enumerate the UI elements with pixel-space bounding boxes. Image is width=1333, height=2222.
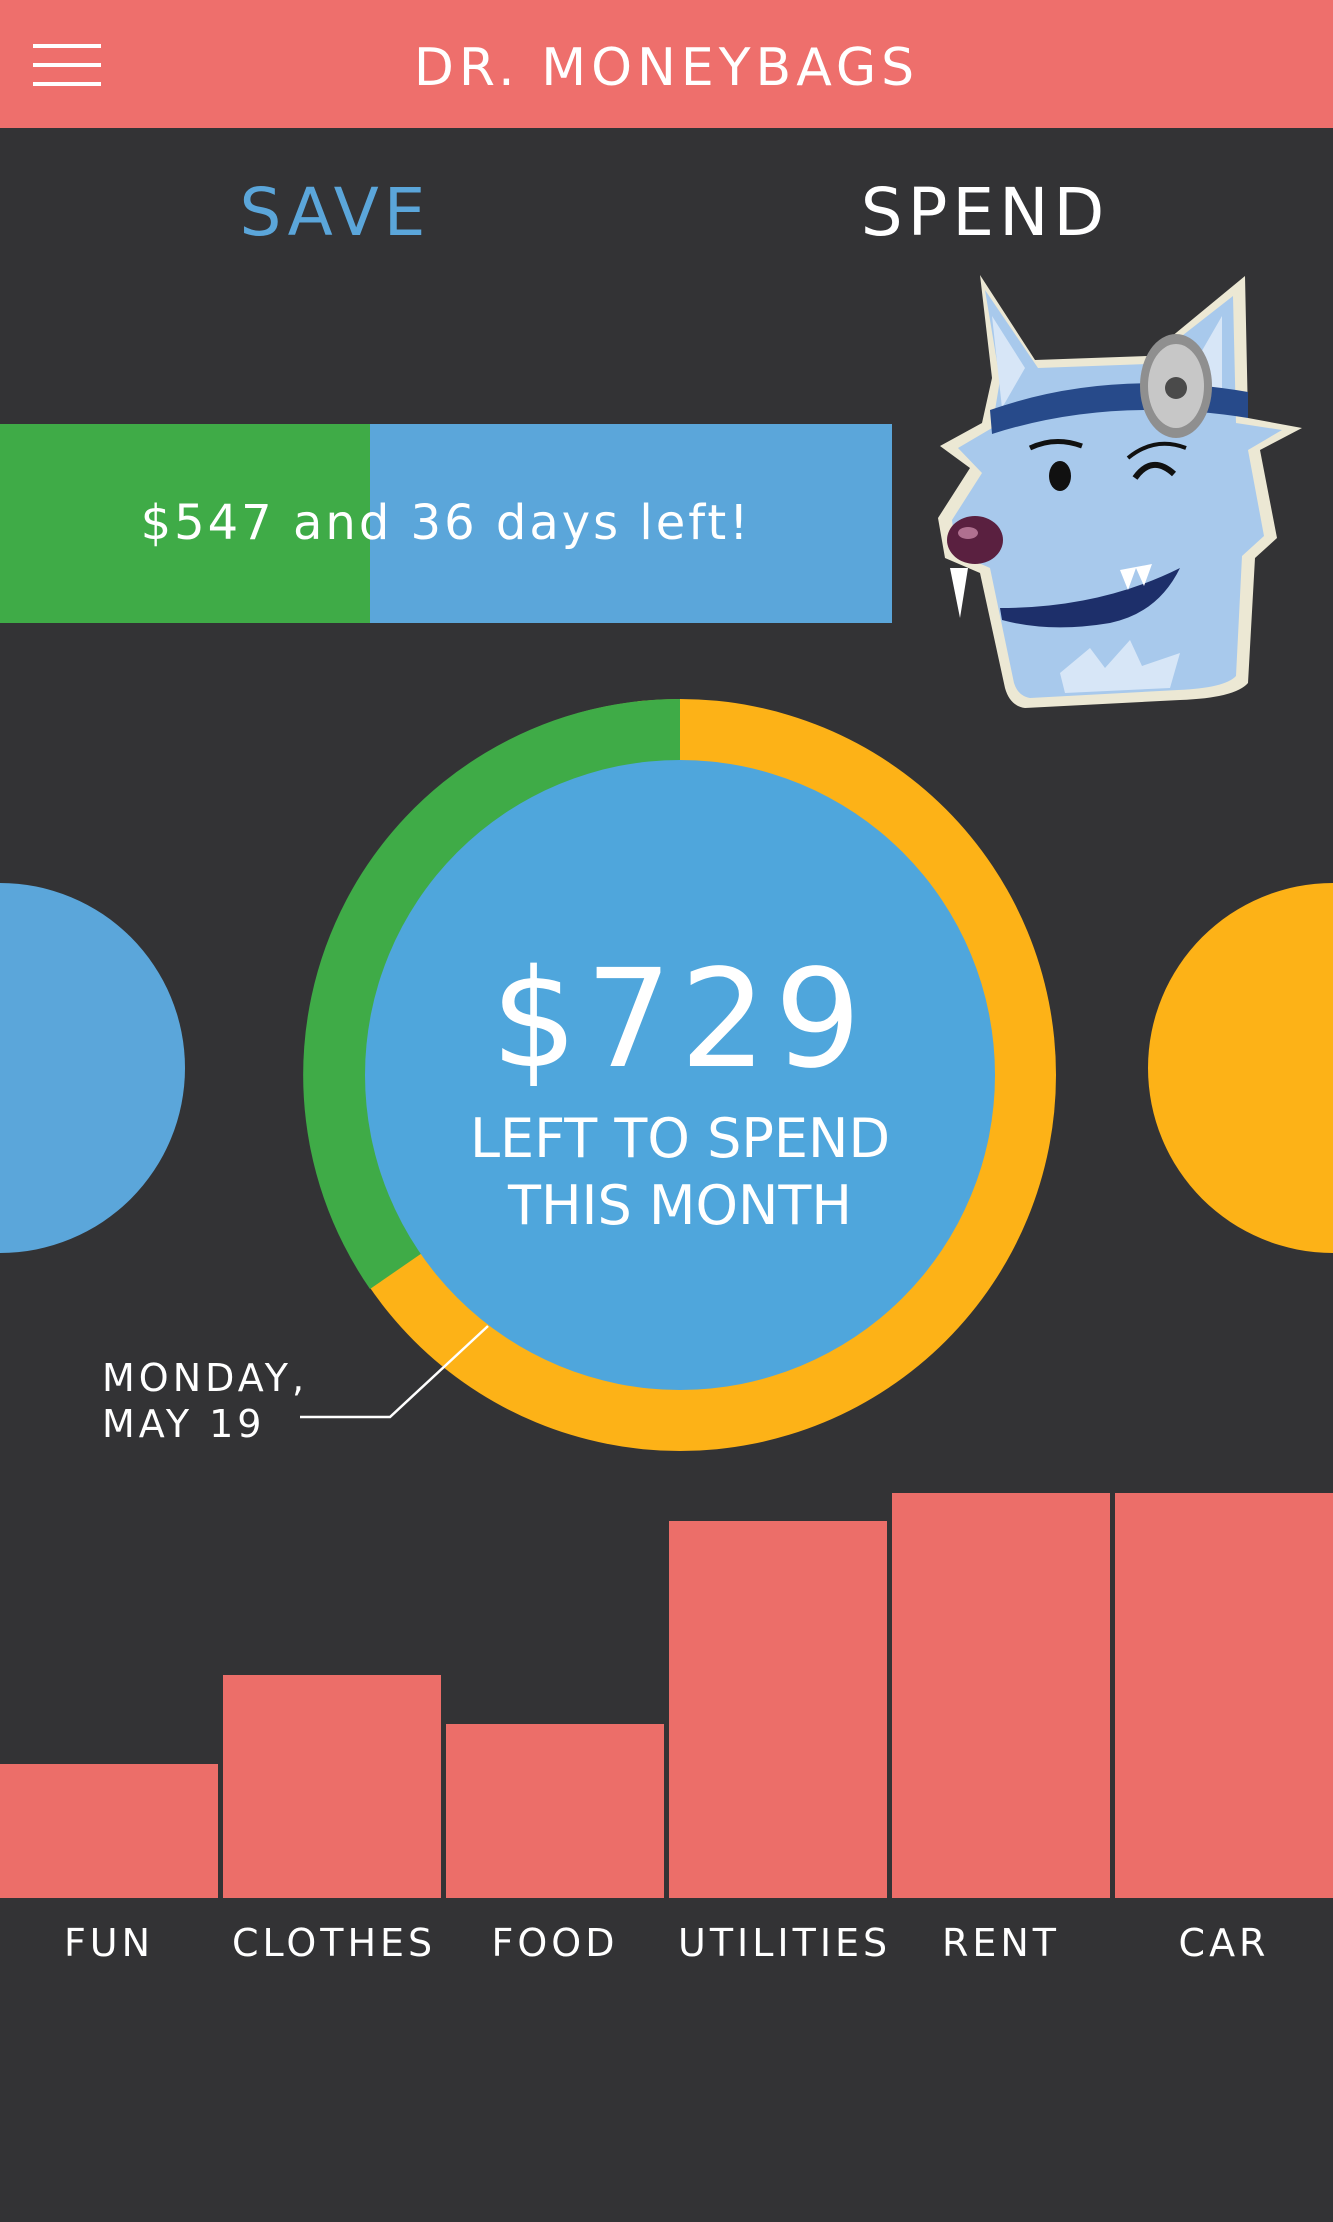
bar-rent[interactable] <box>892 1493 1110 1898</box>
bar-utilities[interactable] <box>669 1521 887 1898</box>
bar-clothes[interactable] <box>223 1675 441 1898</box>
amount-left: $729 <box>490 941 870 1099</box>
date-line1: MONDAY, <box>102 1356 309 1400</box>
category-label-rent: RENT <box>941 1921 1061 1965</box>
previous-month-circle[interactable] <box>0 883 185 1253</box>
category-label-food: FOOD <box>491 1921 619 1965</box>
category-label-fun: FUN <box>63 1921 155 1965</box>
category-label-clothes: CLOTHES <box>232 1921 437 1965</box>
date-line2: MAY 19 <box>102 1402 266 1446</box>
bar-car[interactable] <box>1115 1493 1333 1898</box>
next-month-circle[interactable] <box>1148 883 1333 1253</box>
amount-caption-line1: LEFT TO SPEND <box>469 1107 891 1170</box>
category-label-car: CAR <box>1178 1921 1270 1965</box>
amount-caption-line2: THIS MONTH <box>507 1174 853 1237</box>
bar-fun[interactable] <box>0 1764 218 1898</box>
category-label-utilities: UTILITIES <box>678 1921 892 1965</box>
bar-food[interactable] <box>446 1724 664 1898</box>
